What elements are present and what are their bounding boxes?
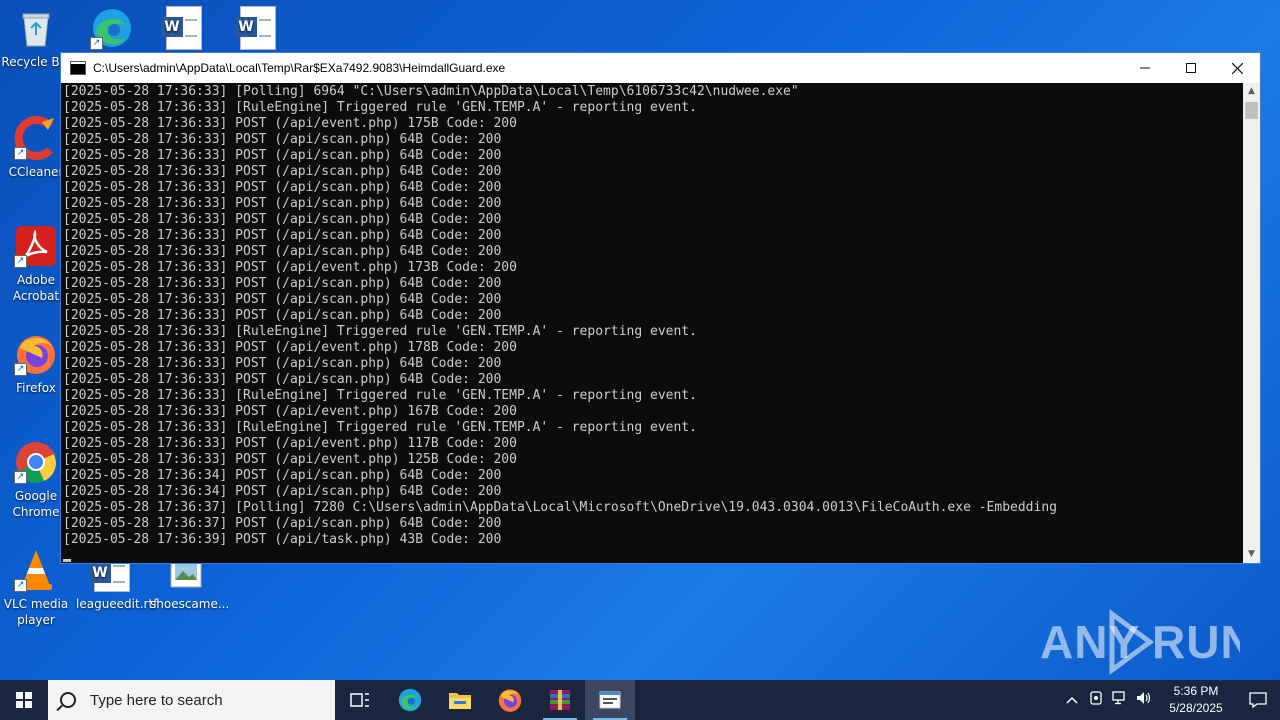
task-view-button[interactable] [335,680,385,720]
notification-icon [1249,692,1267,708]
file-explorer-icon [449,693,471,709]
taskbar-console[interactable] [585,680,635,720]
anyrun-watermark: ANY RUN [1040,606,1254,676]
shortcut-arrow-icon: ↗ [14,363,27,376]
network-icon[interactable] [1108,691,1132,709]
maximize-button[interactable] [1168,53,1214,83]
console-app-icon [70,61,86,75]
console-line: [2025-05-28 17:36:37] POST (/api/scan.ph… [63,516,502,531]
volume-icon[interactable] [1132,691,1156,709]
scroll-down-arrow-icon[interactable]: ▼ [1243,546,1260,563]
search-placeholder: Type here to search [90,691,223,709]
close-button[interactable] [1214,53,1260,83]
scroll-up-arrow-icon[interactable]: ▲ [1243,83,1260,100]
desktop-icon-leagueedit[interactable]: W leagueedit.rtf [76,556,158,612]
window-titlebar[interactable]: C:\Users\admin\AppData\Local\Temp\Rar$EX… [61,53,1260,83]
console-line: [2025-05-28 17:36:33] POST (/api/event.p… [63,340,517,355]
firefox-icon [498,689,522,712]
edge-icon [398,688,422,712]
console-line: [2025-05-28 17:36:33] POST (/api/scan.ph… [63,212,502,227]
console-line: [2025-05-28 17:36:33] POST (/api/scan.ph… [63,180,502,195]
taskbar-file-explorer[interactable] [435,680,485,720]
minimize-button[interactable] [1122,53,1168,83]
console-line: [2025-05-28 17:36:33] POST (/api/event.p… [63,404,517,419]
console-icon [599,691,621,709]
taskbar-firefox[interactable] [485,680,535,720]
console-line: [2025-05-28 17:36:33] POST (/api/scan.ph… [63,132,502,147]
task-view-icon [350,693,369,707]
windows-logo-icon [16,692,32,708]
console-cursor [63,559,71,562]
desktop-icon-shoescame[interactable]: shoescame... [150,556,230,612]
firefox-icon: ↗ [14,332,58,376]
console-line: [2025-05-28 17:36:33] POST (/api/event.p… [63,260,517,275]
console-line: [2025-05-28 17:36:33] [RuleEngine] Trigg… [63,420,697,435]
console-line: [2025-05-28 17:36:33] POST (/api/scan.ph… [63,292,502,307]
console-line: [2025-05-28 17:36:33] POST (/api/scan.ph… [63,228,502,243]
device-icon[interactable] [1084,691,1108,709]
console-line: [2025-05-28 17:36:33] POST (/api/scan.ph… [63,308,502,323]
console-line: [2025-05-28 17:36:33] POST (/api/scan.ph… [63,164,502,179]
edge-icon: ↗ [90,6,134,50]
console-line: [2025-05-28 17:36:33] POST (/api/scan.ph… [63,276,502,291]
system-tray: 5:36 PM 5/28/2025 [1060,680,1280,720]
desktop-icon-edge[interactable]: ↗ [76,6,148,54]
console-line: [2025-05-28 17:36:37] [Polling] 7280 C:\… [63,500,1057,515]
chrome-icon: ↗ [14,440,58,484]
console-line: [2025-05-28 17:36:33] POST (/api/scan.ph… [63,196,502,211]
recycle-bin-icon [14,6,58,50]
shortcut-arrow-icon: ↗ [14,579,27,592]
clock-time: 5:36 PM [1173,684,1219,698]
notification-center-button[interactable] [1236,692,1280,708]
svg-text:RUN: RUN [1152,616,1240,668]
console-output[interactable]: [2025-05-28 17:36:33] [Polling] 6964 "C:… [61,83,1245,563]
acrobat-icon: ↗ [14,224,58,268]
ccleaner-icon: ↗ [14,116,58,160]
desktop-icon-label: VLC media player [3,597,69,627]
taskbar-clock[interactable]: 5:36 PM 5/28/2025 [1156,683,1236,717]
console-window[interactable]: C:\Users\admin\AppData\Local\Temp\Rar$EX… [60,52,1261,564]
chevron-up-icon[interactable] [1060,693,1084,708]
console-line: [2025-05-28 17:36:33] [RuleEngine] Trigg… [63,388,697,403]
taskbar: Type here to search 5:36 PM 5/28/2025 [0,680,1280,720]
scrollbar-thumb[interactable] [1245,102,1258,119]
console-line: [2025-05-28 17:36:33] [RuleEngine] Trigg… [63,100,697,115]
clock-date: 5/28/2025 [1169,701,1223,715]
console-line: [2025-05-28 17:36:34] POST (/api/scan.ph… [63,484,502,499]
desktop-icon-word-doc-2[interactable]: W [222,6,294,54]
console-line: [2025-05-28 17:36:39] POST (/api/task.ph… [63,532,502,547]
console-line: [2025-05-28 17:36:33] POST (/api/event.p… [63,452,517,467]
taskbar-search-box[interactable]: Type here to search [48,680,335,720]
taskbar-winrar[interactable] [535,680,585,720]
vertical-scrollbar[interactable]: ▲ ▼ [1243,83,1260,563]
vlc-icon: ↗ [14,548,58,592]
taskbar-edge[interactable] [385,680,435,720]
shortcut-arrow-icon: ↗ [14,255,27,268]
console-line: [2025-05-28 17:36:33] POST (/api/event.p… [63,116,517,131]
word-doc-icon: W [161,6,206,50]
shortcut-arrow-icon: ↗ [90,37,103,50]
console-line: [2025-05-28 17:36:34] POST (/api/scan.ph… [63,468,502,483]
start-button[interactable] [0,680,48,720]
word-doc-icon: W [235,6,280,50]
console-line: [2025-05-28 17:36:33] POST (/api/scan.ph… [63,356,502,371]
shortcut-arrow-icon: ↗ [14,471,27,484]
window-title: C:\Users\admin\AppData\Local\Temp\Rar$EX… [93,61,506,75]
desktop-icon-label: leagueedit.rtf [76,597,158,611]
console-line: [2025-05-28 17:36:33] POST (/api/scan.ph… [63,244,502,259]
desktop-icon-label: shoescame... [150,597,230,611]
console-line: [2025-05-28 17:36:33] [RuleEngine] Trigg… [63,324,697,339]
console-line: [2025-05-28 17:36:33] POST (/api/scan.ph… [63,372,502,387]
desktop-icon-word-doc-1[interactable]: W [148,6,220,54]
console-line: [2025-05-28 17:36:33] POST (/api/event.p… [63,436,517,451]
console-line: [2025-05-28 17:36:33] [Polling] 6964 "C:… [63,84,799,99]
search-icon [60,692,76,708]
winrar-icon [550,690,570,710]
shortcut-arrow-icon: ↗ [14,147,27,160]
console-line: [2025-05-28 17:36:33] POST (/api/scan.ph… [63,148,502,163]
